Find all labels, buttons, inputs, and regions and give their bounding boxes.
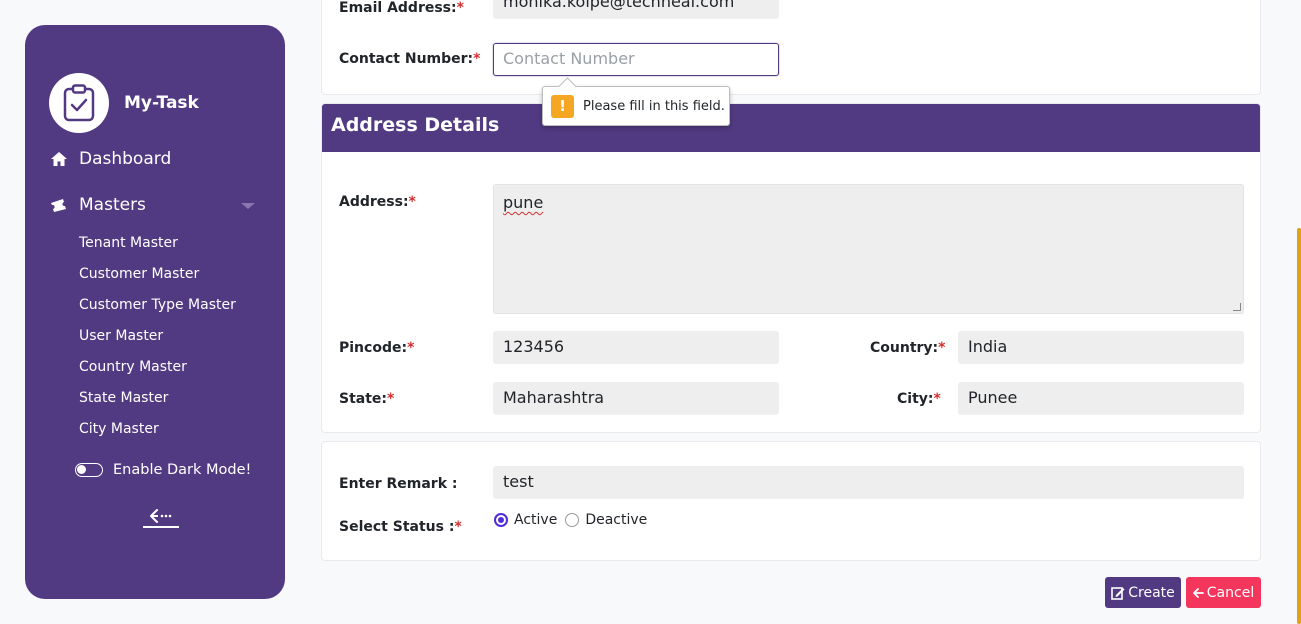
section-title: Address Details: [322, 104, 1260, 152]
state-field[interactable]: Maharashtra: [493, 382, 779, 415]
validation-tooltip: ! Please fill in this field.: [542, 86, 730, 126]
create-button[interactable]: Create: [1105, 577, 1181, 608]
submenu-tenant-master[interactable]: Tenant Master: [79, 233, 236, 264]
collapse-underline: [143, 526, 179, 528]
contact-number-field[interactable]: Contact Number: [493, 43, 779, 76]
chevron-down-icon[interactable]: [241, 203, 255, 209]
masters-submenu: Tenant Master Customer Master Customer T…: [79, 233, 236, 450]
status-label: Select Status :*: [339, 519, 462, 535]
submenu-user-master[interactable]: User Master: [79, 326, 236, 357]
contact-details-card: Email Address:* monika.kolpe@techneai.co…: [321, 0, 1261, 95]
resize-handle-icon[interactable]: [1233, 303, 1241, 311]
status-deactive-radio[interactable]: [565, 513, 580, 527]
app-name: My-Task: [124, 93, 199, 113]
dark-mode-toggle-row: Enable Dark Mode!: [75, 462, 251, 478]
cancel-button[interactable]: Cancel: [1186, 577, 1261, 608]
status-active-radio[interactable]: [494, 513, 508, 527]
submenu-state-master[interactable]: State Master: [79, 388, 236, 419]
nav-masters[interactable]: Masters: [49, 195, 255, 215]
pincode-field[interactable]: 123456: [493, 331, 779, 364]
validation-message: Please fill in this field.: [583, 98, 725, 114]
submenu-city-master[interactable]: City Master: [79, 419, 236, 450]
warning-icon: !: [551, 94, 574, 118]
country-label: Country:*: [870, 340, 946, 356]
submenu-customer-master[interactable]: Customer Master: [79, 264, 236, 295]
page-scrollbar[interactable]: [1297, 228, 1301, 624]
address-label: Address:*: [339, 194, 416, 210]
address-details-card: Address Details Address:* pune Pincode:*…: [321, 103, 1261, 433]
app-logo: [49, 73, 109, 133]
status-deactive-label[interactable]: Deactive: [585, 512, 647, 528]
create-label: Create: [1128, 584, 1175, 601]
clipboard-check-icon: [63, 84, 95, 122]
arrow-left-icon: [150, 509, 172, 523]
dark-mode-label: Enable Dark Mode!: [113, 462, 252, 478]
status-radio-group: Active Deactive: [494, 512, 655, 528]
country-field[interactable]: India: [958, 331, 1244, 364]
home-icon: [49, 150, 69, 168]
status-active-label[interactable]: Active: [514, 512, 557, 528]
ticket-icon: [49, 196, 69, 214]
contact-number-label: Contact Number:*: [339, 51, 481, 67]
pincode-label: Pincode:*: [339, 340, 415, 356]
remark-label: Enter Remark :: [339, 476, 458, 492]
arrow-left-icon: [1192, 587, 1204, 598]
collapse-sidebar-button[interactable]: [143, 509, 179, 537]
remark-status-card: Enter Remark : test Select Status :* Act…: [321, 441, 1261, 561]
nav-dashboard-label: Dashboard: [79, 149, 172, 169]
edit-icon: [1111, 586, 1125, 600]
dark-mode-switch[interactable]: [75, 463, 103, 477]
state-label: State:*: [339, 391, 395, 407]
city-field[interactable]: Punee: [958, 382, 1244, 415]
remark-field[interactable]: test: [493, 466, 1244, 499]
email-label: Email Address:*: [339, 0, 464, 16]
submenu-customer-type-master[interactable]: Customer Type Master: [79, 295, 236, 326]
address-textarea[interactable]: pune: [493, 184, 1244, 314]
nav-dashboard[interactable]: Dashboard: [49, 149, 171, 169]
sidebar: My-Task Dashboard Masters Tenant Master …: [25, 25, 285, 599]
submenu-country-master[interactable]: Country Master: [79, 357, 236, 388]
nav-masters-label: Masters: [79, 195, 146, 215]
address-value: pune: [503, 193, 544, 212]
cancel-label: Cancel: [1206, 584, 1255, 601]
city-label: City:*: [897, 391, 941, 407]
email-field[interactable]: monika.kolpe@techneai.com: [493, 0, 779, 19]
